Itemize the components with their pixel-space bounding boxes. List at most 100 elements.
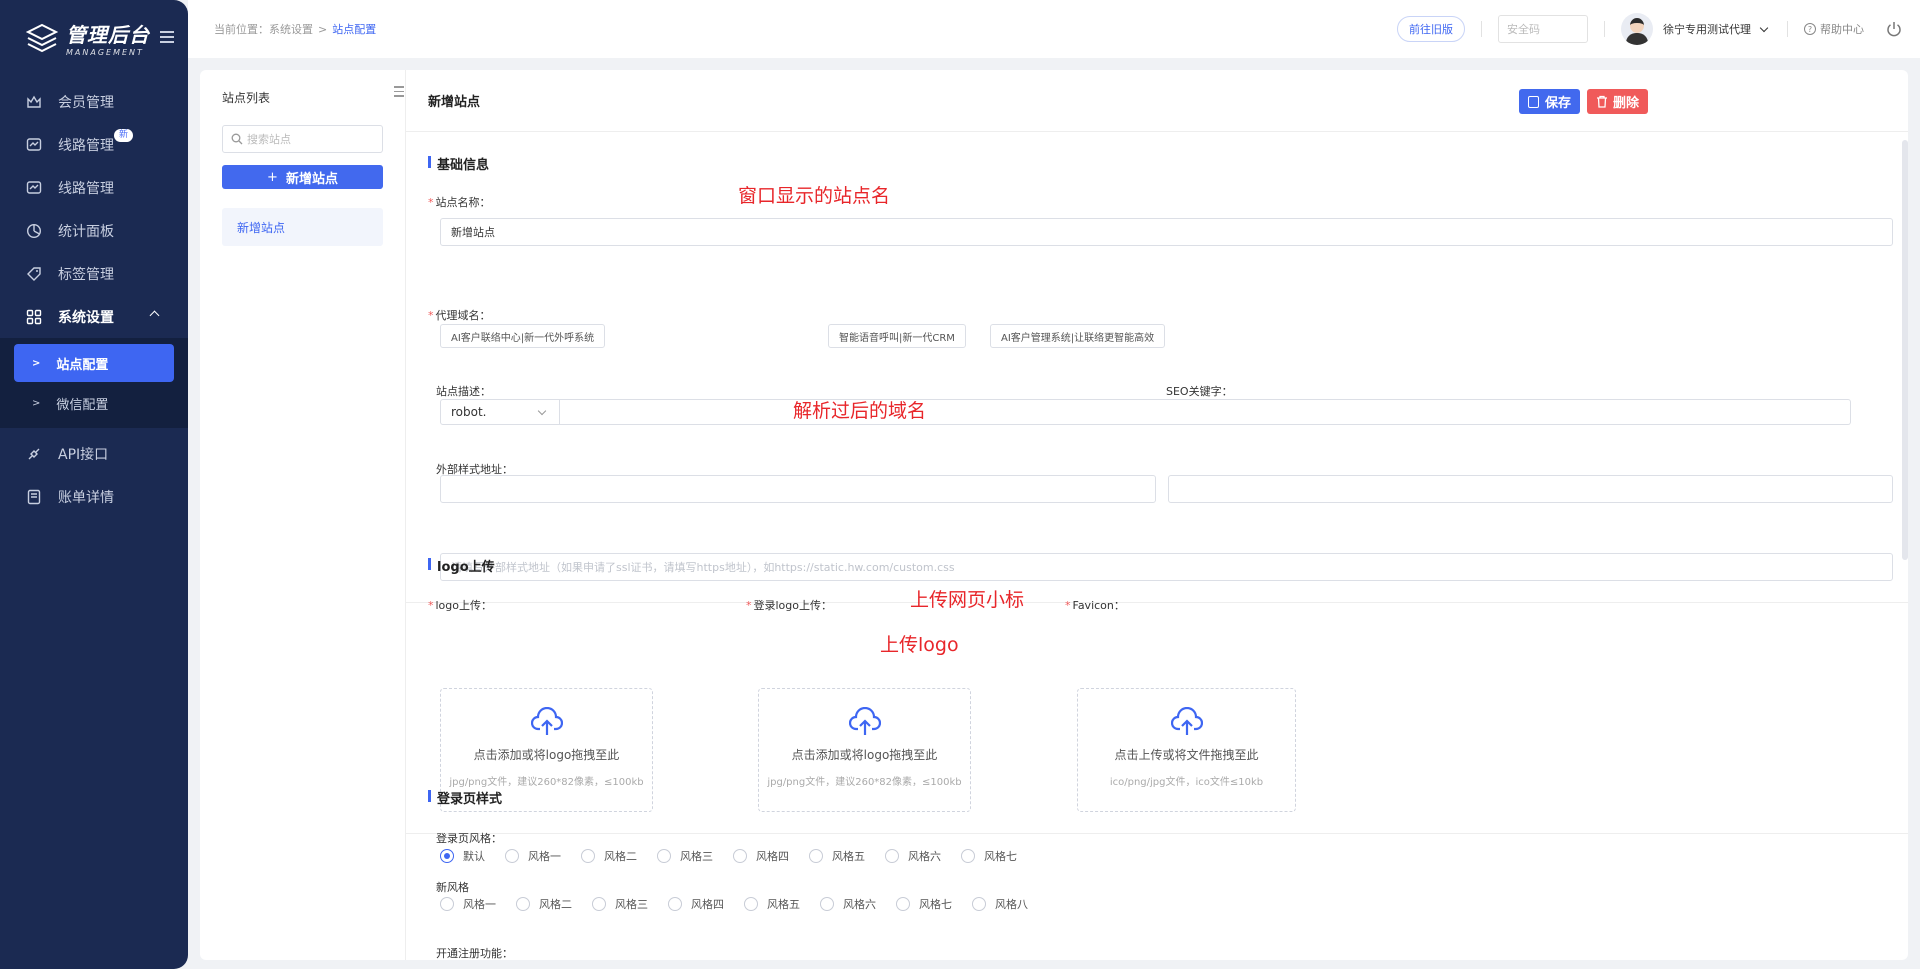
new-style-label: 新风格 [436,881,469,894]
upload-hint-text: jpg/png文件，建议260*82像素，≤100kb [449,777,644,788]
domain-prefix-select[interactable]: robot. [440,399,560,425]
header-right: 前往旧版 徐宁专用测试代理 ? 帮助中心 [1397,0,1920,58]
new-style-radio[interactable]: 风格四 [668,896,724,912]
help-center-link[interactable]: ? 帮助中心 [1804,21,1864,37]
new-style-radio[interactable]: 风格八 [972,896,1028,912]
route-icon [26,180,42,196]
old-version-button[interactable]: 前往旧版 [1397,16,1465,42]
chevron-right-icon: > [32,397,41,409]
new-style-radio[interactable]: 风格三 [592,896,648,912]
site-name-input[interactable] [440,218,1893,246]
upload-hint-text: jpg/png文件，建议260*82像素，≤100kb [767,777,962,788]
bill-icon [26,489,42,505]
sidebar-item-member[interactable]: 会员管理 [0,80,188,123]
site-description-label: 站点描述： [436,385,491,398]
sidebar-item-stats[interactable]: 统计面板 [0,209,188,252]
site-description-input[interactable] [440,475,1156,503]
upload-main-text: 点击添加或将logo拖拽至此 [791,748,938,762]
site-name-suggestion[interactable]: AI客户管理系统|让联络更智能高效 [990,324,1166,348]
save-button[interactable]: 保存 [1519,89,1581,114]
site-search-input[interactable] [247,132,377,146]
site-name-suggestion[interactable]: AI客户联络中心|新一代外呼系统 [440,324,606,348]
delete-button[interactable]: 删除 [1587,89,1649,114]
login-style-radio[interactable]: 风格一 [505,848,561,864]
seo-keywords-label: SEO关键字： [1166,385,1233,398]
save-icon [1528,95,1539,108]
scrollbar[interactable] [1902,140,1908,560]
login-style-radio[interactable]: 风格三 [657,848,713,864]
chevron-up-icon [149,310,160,321]
site-list-panel: 站点列表 + 新增站点 新增站点 [200,70,406,960]
login-logo-upload-area[interactable]: 点击添加或将logo拖拽至此 jpg/png文件，建议260*82像素，≤100… [758,688,971,812]
user-menu[interactable]: 徐宁专用测试代理 [1621,13,1771,45]
avatar[interactable] [1621,13,1653,45]
external-css-input[interactable] [440,553,1893,581]
login-style-radio[interactable]: 风格五 [809,848,865,864]
sidebar-nav: 会员管理 线路管理 新 线路管理 统计面板 标签管理 系统设置 > 站点配置 >… [0,76,188,518]
sidebar-item-label: 线路管理 [58,137,114,154]
register-label: 开通注册功能： [436,947,513,960]
site-name-suggestion[interactable]: 智能语音呼叫|新一代CRM [828,324,966,348]
save-label: 保存 [1545,96,1572,111]
sidebar-item-label: 标签管理 [58,266,114,283]
annotation-favicon: 上传网页小标 [910,589,1025,611]
api-icon [26,446,42,462]
plus-icon: + [267,169,278,185]
seo-keywords-input[interactable] [1168,475,1893,503]
breadcrumb-parent[interactable]: 系统设置 [269,23,313,36]
security-code-input[interactable] [1498,15,1588,43]
new-style-radio[interactable]: 风格七 [896,896,952,912]
upload-cloud-icon [530,706,563,735]
login-style-label: 登录页风格： [436,832,502,845]
upload-cloud-icon [848,706,881,735]
login-style-radio[interactable]: 默认 [440,848,485,864]
sidebar-item-route-2[interactable]: 线路管理 [0,166,188,209]
sidebar-item-label: 站点配置 [56,357,109,373]
divider [1481,21,1482,37]
breadcrumb-separator: > [318,23,328,36]
upload-hint-text: ico/png/jpg文件，ico文件≤10kb [1109,777,1264,788]
power-icon[interactable] [1886,21,1902,37]
sidebar-item-label: 线路管理 [58,180,114,197]
annotation-site-name: 窗口显示的站点名 [738,185,891,207]
login-style-radio[interactable]: 风格四 [733,848,789,864]
sidebar-item-settings[interactable]: 系统设置 [0,295,188,338]
panel-fold-icon[interactable] [390,86,404,100]
pie-chart-icon [26,223,42,239]
add-site-label: 新增站点 [285,171,338,187]
add-site-button[interactable]: + 新增站点 [222,165,383,189]
form-title: 新增站点 [428,95,481,110]
menu-collapse-icon[interactable] [160,31,174,43]
sidebar-item-site-config[interactable]: > 站点配置 [14,344,174,382]
sidebar-item-api[interactable]: API接口 [0,432,188,475]
domain-label: * 代理域名： [428,309,491,322]
login-style-radio[interactable]: 风格二 [581,848,637,864]
site-list-item[interactable]: 新增站点 [222,208,383,246]
favicon-upload-area[interactable]: 点击上传或将文件拖拽至此 ico/png/jpg文件，ico文件≤10kb [1077,688,1296,812]
chevron-right-icon: > [32,357,41,369]
new-style-radio[interactable]: 风格五 [744,896,800,912]
login-style-radio[interactable]: 风格六 [885,848,941,864]
breadcrumb-prefix: 当前位置： [214,23,269,36]
upload-main-text: 点击添加或将logo拖拽至此 [473,748,620,762]
sidebar-item-wechat-config[interactable]: > 微信配置 [14,384,174,422]
sidebar-item-bill[interactable]: 账单详情 [0,475,188,518]
section-login-style: 登录页样式 [428,788,502,807]
settings-submenu: > 站点配置 > 微信配置 [0,338,188,428]
divider [1604,21,1605,37]
search-icon [231,133,243,145]
upload-cloud-icon [1170,706,1203,735]
sidebar-item-route[interactable]: 线路管理 新 [0,123,188,166]
breadcrumb-current: 站点配置 [332,23,377,36]
form-header: 新增站点 保存 删除 [406,70,1908,132]
domain-input[interactable] [560,399,1851,425]
sidebar-item-label: API接口 [58,446,109,463]
new-style-radio[interactable]: 风格一 [440,896,496,912]
login-style-radio[interactable]: 风格七 [961,848,1017,864]
new-style-radio[interactable]: 风格六 [820,896,876,912]
sidebar-item-tags[interactable]: 标签管理 [0,252,188,295]
new-style-radio-group: 风格一 风格二 风格三 风格四 风格五 风格六 风格七 风格八 [440,896,1048,912]
domain-prefix-value: robot. [451,405,487,419]
new-badge: 新 [114,129,134,142]
new-style-radio[interactable]: 风格二 [516,896,572,912]
